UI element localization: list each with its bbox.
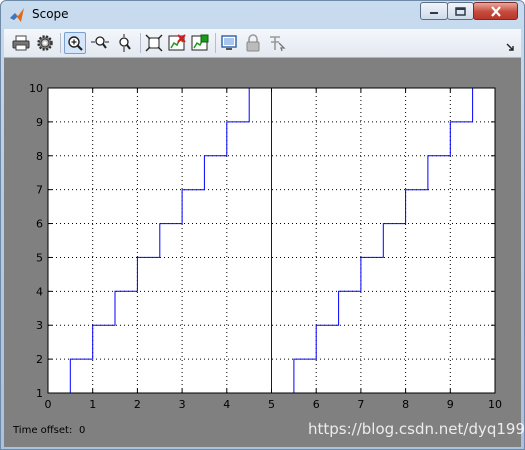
minimize-icon [430,12,438,14]
time-offset-value: 0 [79,425,86,436]
signal-selection-icon [270,36,286,52]
y-tick-label: 3 [36,319,43,332]
watermark-text: https://blog.csdn.net/dyq1995 [308,420,525,438]
lock-axes-icon [246,34,260,52]
y-tick-label: 4 [36,285,43,298]
close-button[interactable] [473,2,518,20]
y-tick-label: 5 [36,251,43,264]
restore-axes-settings-button[interactable] [189,32,211,54]
print-icon [12,35,30,51]
x-tick-label: 6 [313,398,320,411]
y-tick-label: 1 [36,387,43,400]
save-axes-settings-button[interactable] [166,32,188,54]
scope-figure: 0 1 2 3 4 5 6 7 8 9 10 1 2 3 4 5 6 7 8 9 10 Time offset: 0 h… [4,58,524,447]
x-tick-label: 4 [223,398,230,411]
toolbar [4,29,521,58]
x-tick-label: 3 [179,398,186,411]
zoom-x-axis-button[interactable] [89,32,111,54]
parameters-gear-icon [37,35,53,51]
lock-axes-button[interactable] [242,32,264,54]
zoom-in-icon [68,36,83,51]
scope-plot: 0 1 2 3 4 5 6 7 8 9 1012345678910 [29,82,502,411]
zoom-y-axis-icon [119,34,131,52]
x-tick-label: 5 [268,398,275,411]
window-title: Scope [32,7,69,21]
title-bar[interactable]: Scope [1,1,524,29]
x-tick-label: 8 [402,398,409,411]
save-axes-settings-icon [168,34,186,51]
x-tick-label: 2 [134,398,141,411]
floating-scope-button[interactable] [218,32,240,54]
x-tick-label: 9 [447,398,454,411]
signal-selection-button[interactable] [266,32,288,54]
toolbar-separator [140,33,141,53]
y-tick-label: 2 [36,353,43,366]
y-tick-label: 8 [36,150,43,163]
scope-window: Scope 0 1 2 3 4 5 6 7 8 9 10 1 2 3 4 5 6… [0,0,525,450]
autoscale-icon [145,34,163,52]
y-tick-label: 10 [29,82,43,95]
minimize-button[interactable] [420,2,448,20]
zoom-in-button[interactable] [64,32,86,54]
y-tick-label: 7 [36,184,43,197]
y-tick-label: 9 [36,116,43,129]
maximize-icon [455,6,466,16]
toolbar-separator [60,33,61,53]
zoom-y-axis-button[interactable] [113,32,135,54]
zoom-x-axis-icon [91,36,109,49]
print-button[interactable] [10,32,32,54]
x-tick-label: 1 [89,398,96,411]
x-tick-label: 7 [357,398,364,411]
x-tick-label: 10 [488,398,502,411]
restore-axes-settings-icon [191,34,209,51]
autoscale-button[interactable] [143,32,165,54]
dock-arrow-icon[interactable] [506,37,515,56]
close-icon [490,5,501,17]
time-offset-label: Time offset: [13,425,73,436]
maximize-button[interactable] [447,2,474,20]
matlab-icon [9,7,25,23]
toolbar-separator [215,33,216,53]
y-tick-label: 6 [36,218,43,231]
x-tick-label: 0 [45,398,52,411]
parameters-button[interactable] [34,32,56,54]
floating-scope-icon [221,35,237,50]
